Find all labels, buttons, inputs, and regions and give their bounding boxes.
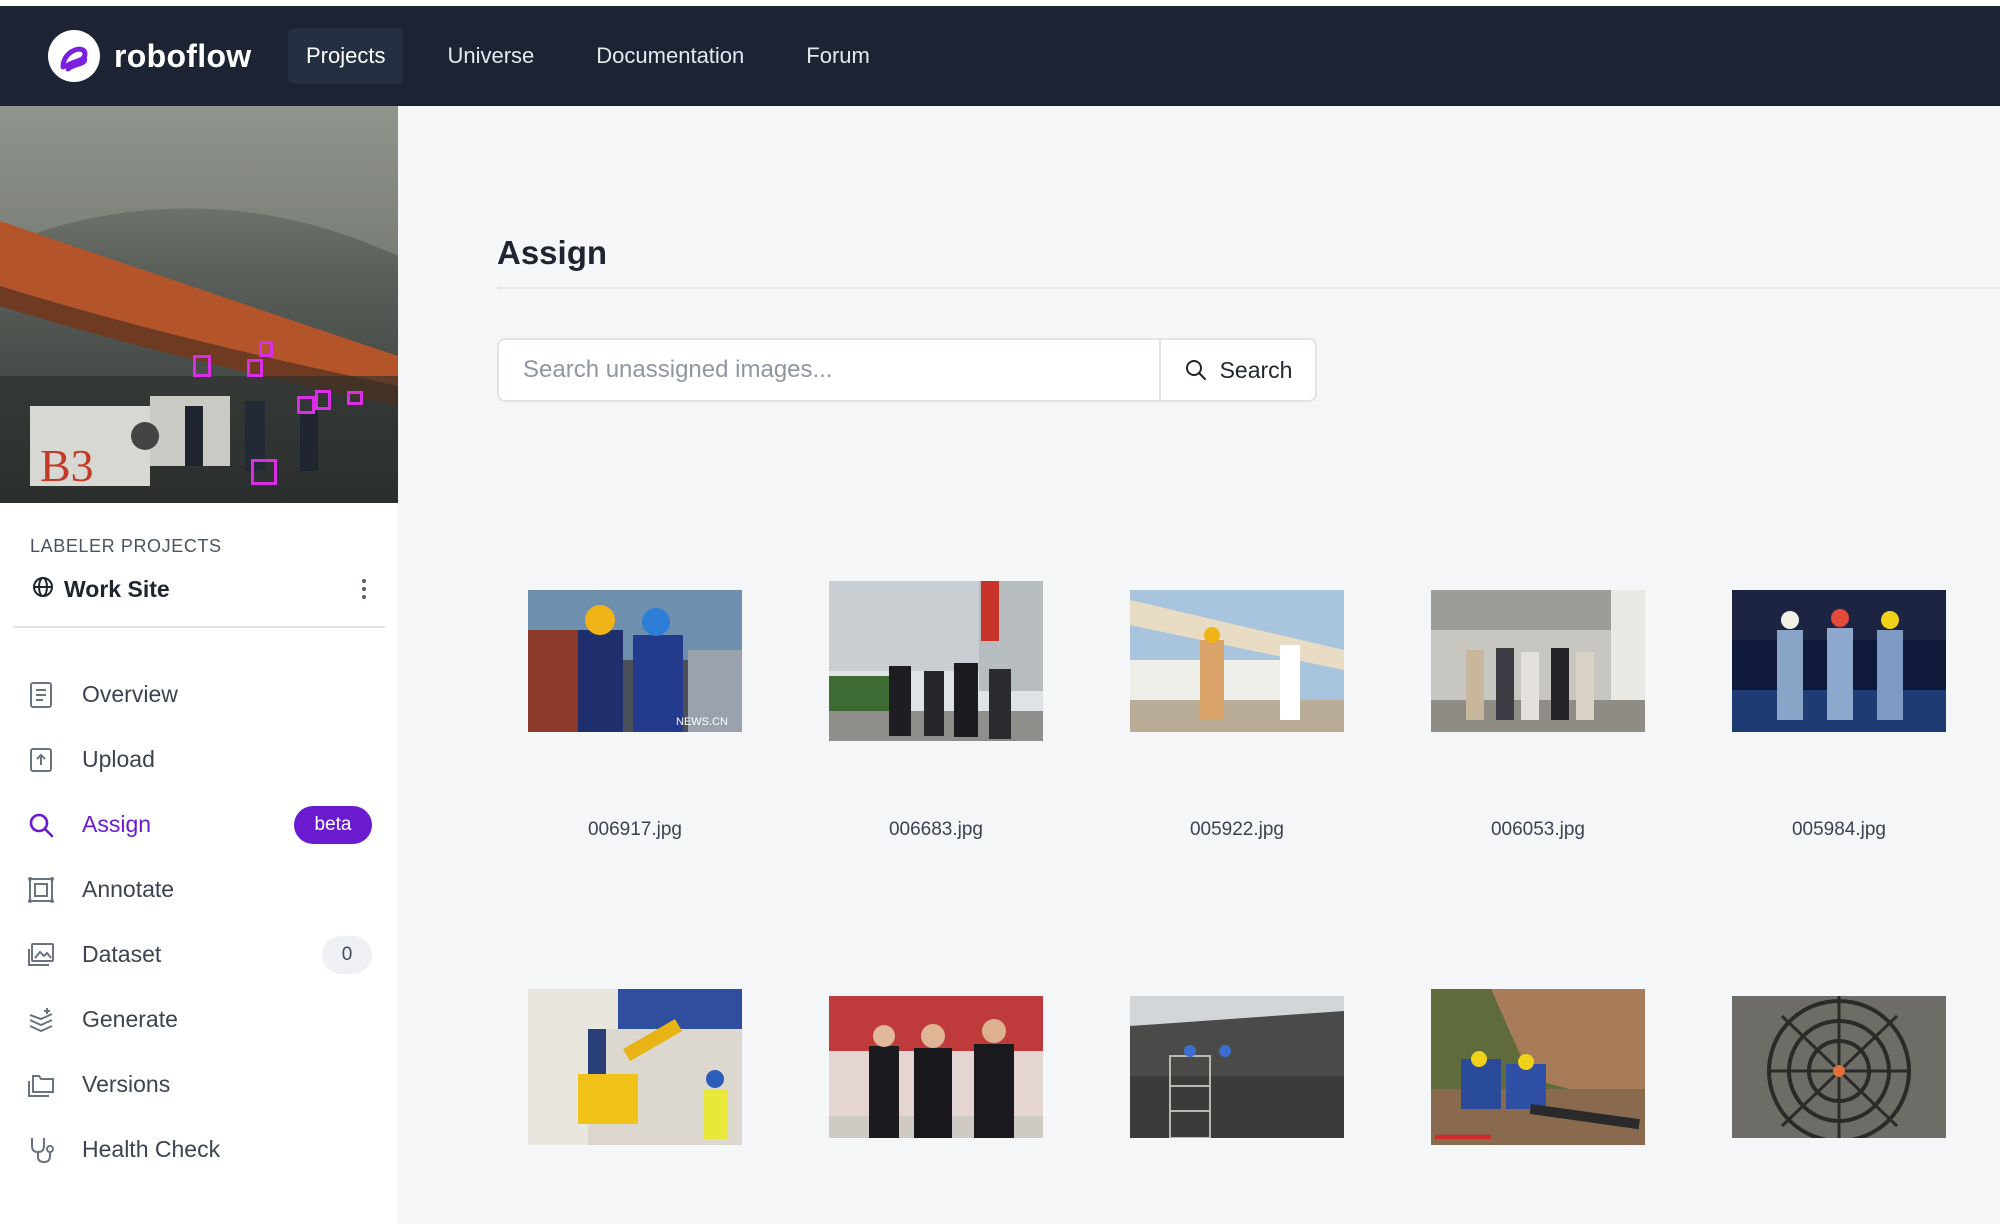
svg-text:▬▬▬▬: ▬▬▬▬ [1435,1128,1491,1143]
search-button-label: Search [1219,356,1293,383]
sidebar-item-label: Overview [82,681,178,707]
search-button[interactable]: Search [1159,338,1317,402]
image-thumbnail[interactable] [1732,996,1946,1138]
dataset-count-badge: 0 [322,935,372,974]
image-tile[interactable] [829,581,1043,741]
nav-documentation[interactable]: Documentation [578,28,762,84]
project-selector[interactable]: Work Site [32,572,376,606]
image-thumbnail[interactable] [1130,996,1344,1138]
main-nav: Projects Universe Documentation Forum [288,28,914,84]
image-filename: 006683.jpg [888,819,984,840]
stethoscope-icon [26,1135,56,1165]
project-name: Work Site [64,575,170,602]
svg-text:B3: B3 [40,440,94,491]
search-bar: Search [497,338,1317,402]
image-tile[interactable] [829,996,1043,1138]
sidebar-item-label: Versions [82,1071,171,1097]
sidebar-item-label: Health Check [82,1136,221,1162]
annotate-icon [26,875,56,905]
more-options-icon[interactable] [352,575,376,603]
section-label: LABELER PROJECTS [30,536,222,556]
image-tile[interactable]: NEWS.CN [528,590,742,732]
search-icon [1185,360,1206,380]
image-thumbnail[interactable] [528,989,742,1145]
image-thumbnail[interactable] [1431,590,1645,732]
image-thumbnail[interactable]: ▬▬▬▬ [1431,989,1645,1145]
image-watermark: NEWS.CN [676,716,728,728]
page-title: Assign [497,234,608,271]
image-thumbnail[interactable] [829,996,1043,1138]
image-thumbnail[interactable] [829,581,1043,741]
sidebar-item-health-check[interactable]: Health Check [0,1117,398,1182]
nav-forum[interactable]: Forum [788,28,888,84]
brand-name: roboflow [114,37,252,74]
sidebar-item-label: Annotate [82,876,175,902]
image-tile[interactable] [528,989,742,1145]
roboflow-logo-icon [48,30,100,82]
sidebar-item-versions[interactable]: Versions [0,1052,398,1117]
image-tile[interactable]: ▬▬▬▬ [1431,989,1645,1145]
main-content: Assign Search NEWS.CN [398,106,2000,1224]
image-tile[interactable] [1732,590,1946,732]
document-icon [26,680,56,710]
sidebar-item-label: Upload [82,746,155,772]
search-icon [26,810,56,840]
sidebar-menu: Overview Upload Assign beta Annotate Dat… [0,662,398,1182]
sidebar-item-dataset[interactable]: Dataset 0 [0,922,398,987]
upload-icon [26,745,56,775]
title-divider [497,287,2000,289]
folders-icon [26,1070,56,1100]
top-navigation-bar: roboflow Projects Universe Documentation… [0,6,2000,106]
sidebar-item-overview[interactable]: Overview [0,662,398,727]
image-tile[interactable] [1130,590,1344,732]
images-icon [26,940,56,970]
image-filename: 005984.jpg [1791,819,1887,840]
globe-icon [32,576,54,603]
image-thumbnail[interactable] [1130,590,1344,732]
image-filename: 006053.jpg [1490,819,1586,840]
project-cover-image: B3 [0,106,398,503]
image-tile[interactable] [1732,996,1946,1138]
sidebar-divider [13,626,385,628]
image-tile[interactable] [1431,590,1645,732]
sidebar-item-label: Assign [82,811,152,837]
sidebar-item-assign[interactable]: Assign beta [0,792,398,857]
sidebar-item-label: Dataset [82,941,162,967]
image-thumbnail[interactable] [1732,590,1946,732]
sidebar-item-label: Generate [82,1006,178,1032]
nav-universe[interactable]: Universe [429,28,552,84]
layers-icon [26,1005,56,1035]
sidebar-item-generate[interactable]: Generate [0,987,398,1052]
sidebar-item-upload[interactable]: Upload [0,727,398,792]
brand[interactable]: roboflow [48,30,288,82]
image-filename: 005922.jpg [1189,819,1285,840]
image-thumbnail[interactable]: NEWS.CN [528,590,742,732]
nav-projects[interactable]: Projects [288,28,404,84]
search-input[interactable] [497,338,1159,402]
beta-badge: beta [294,805,372,844]
sidebar-item-annotate[interactable]: Annotate [0,857,398,922]
image-tile[interactable] [1130,996,1344,1138]
sidebar: B3 LABELER PROJECTS Work Site Overview U… [0,106,398,1224]
image-filename: 006917.jpg [587,819,683,840]
